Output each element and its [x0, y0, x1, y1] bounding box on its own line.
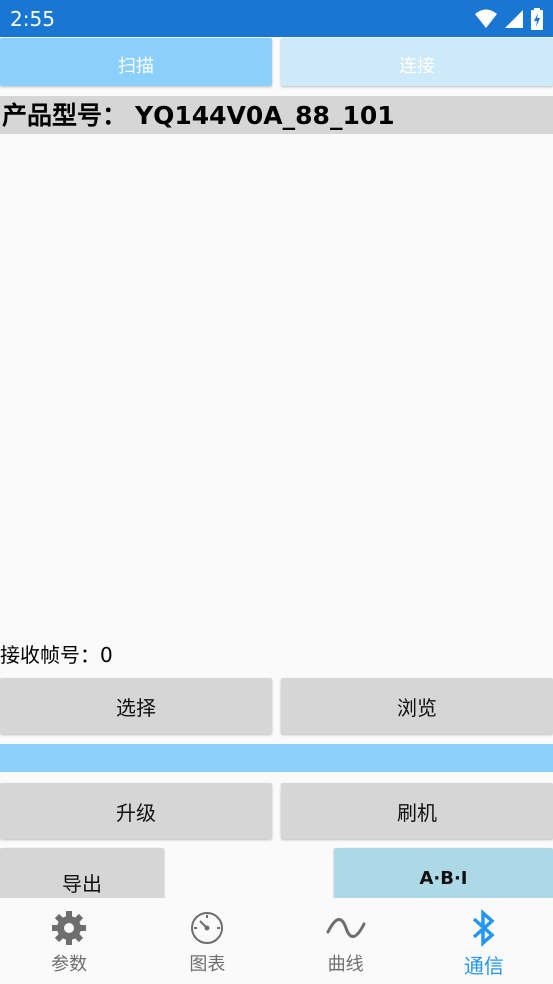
connect-button[interactable]: 连接 — [281, 38, 553, 86]
browse-button-label: 浏览 — [397, 695, 437, 720]
select-button[interactable]: 选择 — [0, 678, 272, 734]
nav-label-charts: 图表 — [189, 954, 226, 975]
signal-icon — [505, 10, 523, 28]
product-model-bar: 产品型号： YQ144V0A_88_101 — [0, 96, 553, 134]
flash-button[interactable]: 刷机 — [281, 783, 553, 839]
battery-icon — [531, 8, 543, 30]
export-button[interactable]: 导出 — [0, 848, 164, 900]
bottom-navigation: 参数 图表 曲线 通信 — [0, 898, 553, 984]
browse-button[interactable]: 浏览 — [281, 678, 553, 734]
export-button-label: 导出 — [62, 872, 102, 896]
gear-icon — [49, 908, 89, 948]
receive-frame-label: 接收帧号： — [0, 643, 100, 667]
progress-fill — [0, 744, 553, 772]
select-button-label: 选择 — [116, 695, 156, 720]
nav-item-comm[interactable]: 通信 — [415, 898, 553, 984]
receive-frame-value: 0 — [100, 643, 113, 667]
upgrade-progress-bar — [0, 744, 553, 772]
scan-button-label: 扫描 — [118, 56, 154, 77]
status-bar: 2:55 — [0, 0, 553, 37]
gauge-icon — [187, 908, 227, 948]
nav-item-charts[interactable]: 图表 — [138, 898, 276, 984]
status-time: 2:55 — [10, 7, 55, 31]
nav-label-params: 参数 — [51, 954, 88, 975]
abi-button[interactable]: A·B·I — [334, 848, 553, 900]
scan-button[interactable]: 扫描 — [0, 38, 272, 86]
product-model-value: YQ144V0A_88_101 — [135, 101, 395, 130]
nav-label-curves: 曲线 — [327, 954, 364, 975]
nav-label-comm: 通信 — [463, 954, 504, 978]
nav-item-params[interactable]: 参数 — [0, 898, 138, 984]
upgrade-button[interactable]: 升级 — [0, 783, 272, 839]
product-model-label: 产品型号： — [2, 101, 128, 130]
upgrade-button-label: 升级 — [116, 800, 156, 825]
flash-button-label: 刷机 — [397, 800, 437, 825]
abi-button-label: A·B·I — [419, 868, 468, 889]
wifi-icon — [475, 9, 497, 28]
status-icons — [475, 7, 543, 31]
nav-item-curves[interactable]: 曲线 — [277, 898, 415, 984]
connect-button-label: 连接 — [399, 56, 435, 77]
wave-icon — [326, 908, 366, 948]
receive-frame-line: 接收帧号：0 — [0, 640, 113, 670]
bluetooth-icon — [464, 908, 504, 948]
